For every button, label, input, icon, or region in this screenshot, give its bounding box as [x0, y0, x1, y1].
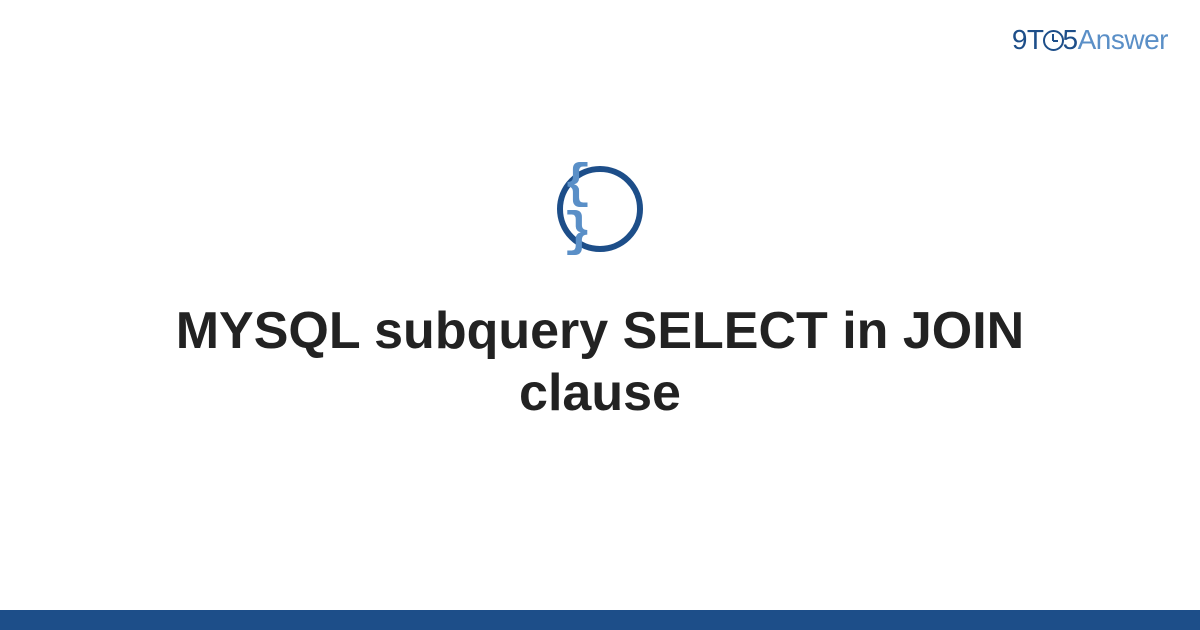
- main-content: { } MYSQL subquery SELECT in JOIN clause: [0, 0, 1200, 610]
- braces-glyph: { }: [563, 161, 637, 257]
- code-braces-icon: { }: [557, 166, 643, 252]
- footer-bar: [0, 610, 1200, 630]
- page-title: MYSQL subquery SELECT in JOIN clause: [100, 300, 1100, 425]
